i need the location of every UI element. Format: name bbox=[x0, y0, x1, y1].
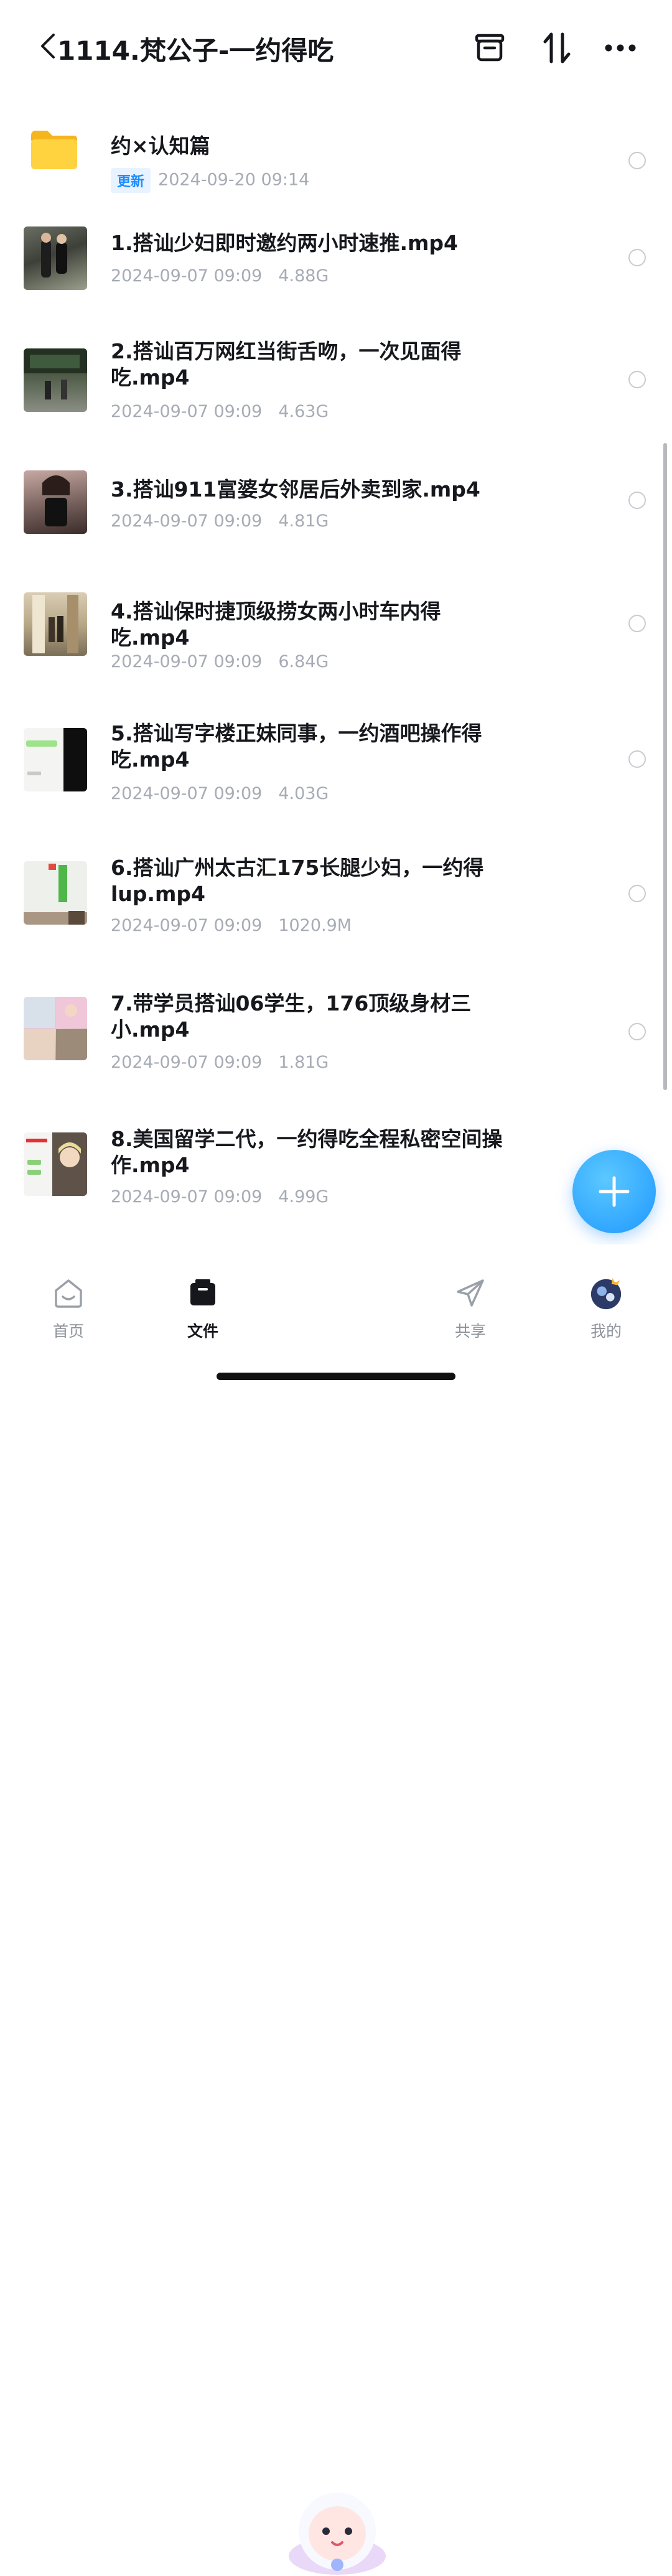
video-thumbnail bbox=[24, 592, 87, 656]
top-nav-bar: 1114.梵公子-一约得吃 bbox=[0, 0, 672, 93]
home-indicator bbox=[217, 1373, 455, 1380]
folder-date: 2024-09-20 09:14 bbox=[158, 170, 310, 190]
file-date: 2024-09-07 09:09 bbox=[111, 784, 263, 803]
file-name: 1.搭讪少妇即时邀约两小时速推.mp4 bbox=[111, 231, 459, 255]
select-checkbox[interactable] bbox=[628, 152, 646, 169]
bottom-tab-bar: 首页 文件 共享 我的 bbox=[0, 1244, 672, 2575]
video-thumbnail bbox=[24, 1132, 87, 1196]
select-checkbox[interactable] bbox=[628, 750, 646, 768]
video-thumbnail bbox=[24, 997, 87, 1060]
file-name: 6.搭讪广州太古汇175长腿少妇，一约得lup.mp4 bbox=[111, 856, 484, 906]
file-size: 1.81G bbox=[278, 1053, 329, 1072]
more-button[interactable] bbox=[601, 29, 640, 67]
tab-me-label: 我的 bbox=[590, 1322, 622, 1340]
file-date: 2024-09-07 09:09 bbox=[111, 916, 263, 935]
add-button[interactable] bbox=[572, 1150, 656, 1233]
file-row[interactable]: 7.带学员搭讪06学生，176顶级身材三小.mp4 2024-09-07 09:… bbox=[0, 989, 672, 1120]
file-name: 5.搭讪写字楼正妹同事，一约酒吧操作得吃.mp4 bbox=[111, 721, 482, 772]
file-size: 4.63G bbox=[278, 402, 329, 421]
file-meta: 2024-09-07 09:09 1020.9M bbox=[111, 916, 352, 935]
more-dots-icon bbox=[605, 44, 636, 52]
file-size: 1020.9M bbox=[278, 916, 352, 935]
file-date: 2024-09-07 09:09 bbox=[111, 652, 263, 671]
file-date: 2024-09-07 09:09 bbox=[111, 266, 263, 286]
file-size: 4.81G bbox=[278, 511, 329, 531]
scrollbar[interactable] bbox=[663, 443, 667, 1090]
video-thumbnail bbox=[24, 861, 87, 925]
video-thumbnail bbox=[24, 226, 87, 290]
file-size: 4.03G bbox=[278, 784, 329, 803]
folder-row[interactable]: 约×认知篇 更新 2024-09-20 09:14 bbox=[0, 106, 672, 205]
file-date: 2024-09-07 09:09 bbox=[111, 511, 263, 531]
tab-home-label: 首页 bbox=[52, 1322, 84, 1340]
file-meta: 2024-09-07 09:09 4.99G bbox=[111, 1187, 329, 1206]
file-size: 4.99G bbox=[278, 1187, 329, 1206]
file-meta: 2024-09-07 09:09 1.81G bbox=[111, 1053, 329, 1072]
home-face-icon bbox=[55, 1279, 82, 1308]
file-row[interactable]: 1.搭讪少妇即时邀约两小时速推.mp4 2024-09-07 09:09 4.88… bbox=[0, 212, 672, 330]
chevron-left-icon[interactable] bbox=[39, 32, 57, 60]
update-badge: 更新 bbox=[111, 168, 151, 193]
file-name: 8.美国留学二代，一约得吃全程私密空间操作.mp4 bbox=[111, 1127, 503, 1177]
sort-button[interactable] bbox=[538, 29, 576, 67]
select-checkbox[interactable] bbox=[628, 885, 646, 902]
file-row[interactable]: 6.搭讪广州太古汇175长腿少妇，一约得lup.mp4 2024-09-07 0… bbox=[0, 852, 672, 983]
tab-files[interactable]: 文件 bbox=[159, 1276, 246, 1342]
file-meta: 2024-09-07 09:09 4.03G bbox=[111, 784, 329, 803]
avatar-icon bbox=[590, 1277, 622, 1310]
sort-arrows-icon bbox=[543, 32, 571, 63]
tab-home[interactable]: 首页 bbox=[25, 1276, 112, 1342]
file-meta: 2024-09-07 09:09 4.88G bbox=[111, 266, 329, 286]
select-checkbox[interactable] bbox=[628, 1023, 646, 1040]
video-thumbnail bbox=[24, 470, 87, 534]
file-name: 7.带学员搭讪06学生，176顶级身材三小.mp4 bbox=[111, 991, 472, 1042]
folder-name: 约×认知篇 bbox=[111, 134, 210, 158]
select-checkbox[interactable] bbox=[628, 249, 646, 266]
file-size: 6.84G bbox=[278, 652, 329, 671]
archive-box-button[interactable] bbox=[470, 29, 509, 67]
video-thumbnail bbox=[24, 728, 87, 791]
file-row[interactable]: 3.搭讪911富婆女邻居后外卖到家.mp4 2024-09-07 09:09 4.… bbox=[0, 467, 672, 585]
file-meta: 2024-09-07 09:09 4.81G bbox=[111, 511, 329, 531]
plus-icon bbox=[599, 1176, 630, 1207]
tab-files-label: 文件 bbox=[187, 1322, 218, 1340]
archive-box-icon bbox=[475, 34, 505, 62]
file-name: 3.搭讪911富婆女邻居后外卖到家.mp4 bbox=[111, 477, 480, 502]
select-checkbox[interactable] bbox=[628, 615, 646, 632]
file-name: 4.搭讪保时捷顶级捞女两小时车内得吃.mp4 bbox=[111, 599, 441, 650]
file-row[interactable]: 2.搭讪百万网红当街舌吻，一次见面得吃.mp4 2024-09-07 09:09… bbox=[0, 336, 672, 460]
file-row[interactable]: 8.美国留学二代，一约得吃全程私密空间操作.mp4 2024-09-07 09:… bbox=[0, 1126, 672, 1257]
folder-meta: 更新 2024-09-20 09:14 bbox=[111, 168, 309, 193]
files-icon bbox=[190, 1279, 215, 1305]
file-date: 2024-09-07 09:09 bbox=[111, 402, 263, 421]
file-date: 2024-09-07 09:09 bbox=[111, 1053, 263, 1072]
file-row[interactable]: 4.搭讪保时捷顶级捞女两小时车内得吃.mp4 2024-09-07 09:09 6… bbox=[0, 585, 672, 709]
select-checkbox[interactable] bbox=[628, 371, 646, 388]
file-size: 4.88G bbox=[278, 266, 329, 286]
file-row[interactable]: 5.搭讪写字楼正妹同事，一约酒吧操作得吃.mp4 2024-09-07 09:0… bbox=[0, 716, 672, 846]
video-thumbnail bbox=[24, 348, 87, 412]
tab-share-label: 共享 bbox=[454, 1322, 486, 1340]
mascot-icon[interactable] bbox=[280, 2483, 394, 2576]
folder-icon bbox=[31, 131, 77, 169]
file-meta: 2024-09-07 09:09 4.63G bbox=[111, 402, 329, 421]
file-name: 2.搭讪百万网红当街舌吻，一次见面得吃.mp4 bbox=[111, 339, 462, 390]
tab-me[interactable]: 我的 bbox=[562, 1276, 650, 1342]
file-meta: 2024-09-07 09:09 6.84G bbox=[111, 652, 329, 671]
select-checkbox[interactable] bbox=[628, 492, 646, 509]
file-date: 2024-09-07 09:09 bbox=[111, 1187, 263, 1206]
page-title: 1114.梵公子-一约得吃 bbox=[57, 35, 334, 66]
tab-share[interactable]: 共享 bbox=[427, 1276, 514, 1342]
paper-plane-icon bbox=[457, 1279, 484, 1307]
